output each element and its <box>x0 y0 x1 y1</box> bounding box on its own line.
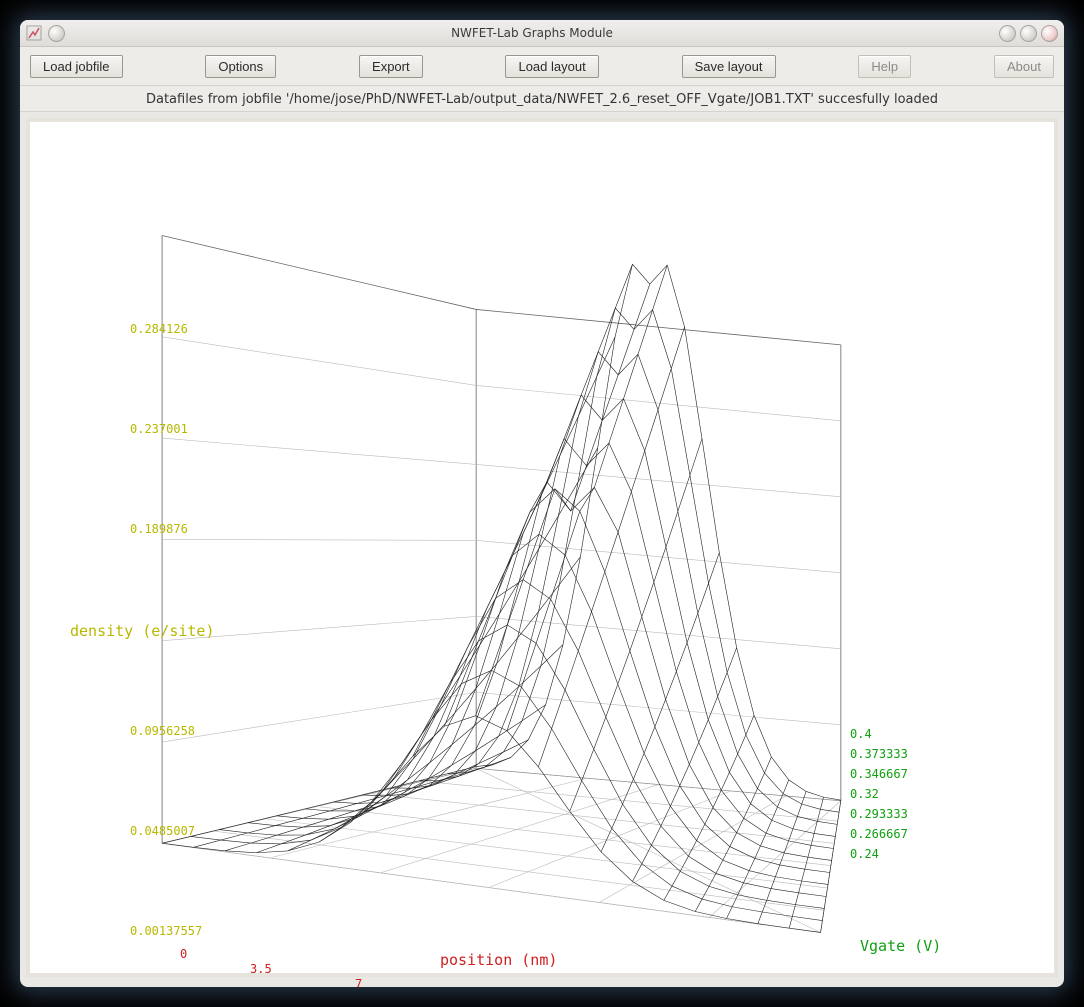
load-jobfile-button[interactable]: Load jobfile <box>30 55 123 78</box>
window-menu-icon[interactable] <box>48 25 65 42</box>
z-tick-2: 0.0956258 <box>130 724 195 738</box>
close-icon[interactable] <box>1041 25 1058 42</box>
app-icon <box>26 25 42 41</box>
x-tick-1: 3.5 <box>250 962 272 976</box>
y-axis-label: Vgate (V) <box>860 937 941 955</box>
toolbar: Load jobfile Options Export Load layout … <box>20 47 1064 86</box>
y-tick-1: 0.266667 <box>850 827 908 841</box>
z-axis-label: density (e/site) <box>70 622 215 640</box>
save-layout-button[interactable]: Save layout <box>682 55 776 78</box>
z-tick-0: 0.00137557 <box>130 924 202 938</box>
z-tick-4: 0.189876 <box>130 522 188 536</box>
x-tick-2: 7 <box>355 977 362 987</box>
help-button[interactable]: Help <box>858 55 911 78</box>
status-message: Datafiles from jobfile '/home/jose/PhD/N… <box>20 86 1064 112</box>
export-button[interactable]: Export <box>359 55 423 78</box>
window-title: NWFET-Lab Graphs Module <box>65 26 999 40</box>
about-button[interactable]: About <box>994 55 1054 78</box>
x-tick-0: 0 <box>180 947 187 961</box>
y-tick-3: 0.32 <box>850 787 879 801</box>
y-tick-6: 0.4 <box>850 727 872 741</box>
y-tick-4: 0.346667 <box>850 767 908 781</box>
y-tick-2: 0.293333 <box>850 807 908 821</box>
titlebar: NWFET-Lab Graphs Module <box>20 20 1064 47</box>
minimize-icon[interactable] <box>999 25 1016 42</box>
y-tick-5: 0.373333 <box>850 747 908 761</box>
z-tick-1: 0.0485007 <box>130 824 195 838</box>
y-tick-0: 0.24 <box>850 847 879 861</box>
plot-frame: 0.284126 0.237001 0.189876 0.142751 0.09… <box>26 118 1058 977</box>
z-tick-5: 0.237001 <box>130 422 188 436</box>
z-tick-6: 0.284126 <box>130 322 188 336</box>
maximize-icon[interactable] <box>1020 25 1037 42</box>
surface-plot <box>30 122 1054 973</box>
app-window: NWFET-Lab Graphs Module Load jobfile Opt… <box>20 20 1064 987</box>
options-button[interactable]: Options <box>205 55 276 78</box>
x-axis-label: position (nm) <box>440 951 557 969</box>
load-layout-button[interactable]: Load layout <box>505 55 598 78</box>
plot-area[interactable]: 0.284126 0.237001 0.189876 0.142751 0.09… <box>30 122 1054 973</box>
